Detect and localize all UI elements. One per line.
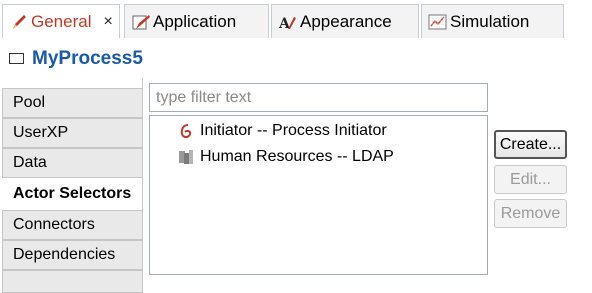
- edit-button[interactable]: Edit...: [494, 165, 567, 194]
- tab-application[interactable]: Application: [124, 4, 269, 38]
- sidebar-item-userxp[interactable]: UserXP: [2, 118, 142, 148]
- tab-simulation-label: Simulation: [450, 11, 530, 31]
- list-item-label: Initiator -- Process Initiator: [200, 122, 387, 139]
- pen-icon: [9, 12, 29, 32]
- tab-appearance-label: Appearance: [300, 11, 392, 31]
- sidebar-item-data[interactable]: Data: [2, 148, 142, 178]
- form-icon: [131, 12, 151, 32]
- sidebar-filler: [2, 270, 142, 293]
- sidebar-item-label: Pool: [13, 94, 46, 111]
- section-nav: Pool UserXP Data Actor Selectors Connect…: [0, 78, 142, 293]
- appearance-icon: A: [278, 12, 298, 32]
- tab-general[interactable]: General ×: [2, 4, 120, 39]
- sidebar-item-label: Dependencies: [13, 246, 116, 263]
- ldap-icon: [178, 148, 194, 166]
- actor-selector-list[interactable]: Initiator -- Process Initiator Human Res…: [149, 115, 488, 275]
- chart-icon: [428, 12, 448, 32]
- sidebar-item-pool[interactable]: Pool: [2, 88, 142, 118]
- editor-tab-bar: General × Application A Appearance Simul…: [0, 0, 592, 39]
- tab-simulation[interactable]: Simulation: [421, 4, 564, 38]
- close-tab-icon[interactable]: ×: [103, 13, 112, 31]
- svg-text:A: A: [278, 16, 291, 32]
- remove-button[interactable]: Remove: [494, 199, 567, 228]
- filter-input[interactable]: [149, 83, 488, 112]
- create-button[interactable]: Create...: [494, 130, 567, 159]
- tab-appearance[interactable]: A Appearance: [271, 4, 419, 38]
- sidebar-item-dependencies[interactable]: Dependencies: [2, 240, 142, 270]
- initiator-icon: [178, 122, 194, 140]
- list-item[interactable]: Human Resources -- LDAP: [178, 146, 394, 168]
- process-icon: [9, 53, 24, 64]
- sidebar-item-label: UserXP: [13, 124, 69, 141]
- sidebar-item-connectors[interactable]: Connectors: [2, 210, 142, 240]
- list-item[interactable]: Initiator -- Process Initiator: [178, 120, 387, 142]
- sidebar-item-label: Data: [13, 154, 47, 171]
- process-header: MyProcess5: [0, 38, 592, 79]
- tab-general-label: General: [31, 12, 92, 31]
- page-title: MyProcess5: [32, 48, 143, 69]
- list-item-label: Human Resources -- LDAP: [200, 148, 394, 165]
- sidebar-item-label: Connectors: [13, 216, 95, 233]
- sidebar-item-actor-selectors[interactable]: Actor Selectors: [2, 179, 142, 209]
- tab-application-label: Application: [153, 11, 237, 31]
- sidebar-item-label: Actor Selectors: [13, 185, 132, 202]
